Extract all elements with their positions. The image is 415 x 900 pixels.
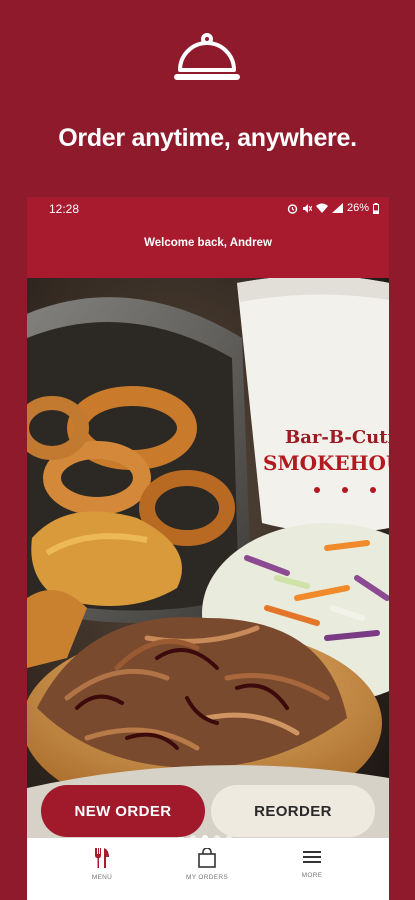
status-bar: 12:28 26% bbox=[27, 197, 389, 221]
wifi-icon bbox=[315, 203, 328, 213]
bbq-plate-photo: Bar-B-Cutie SMOKEHOUSE bbox=[27, 278, 389, 838]
hero-image[interactable]: Bar-B-Cutie SMOKEHOUSE bbox=[27, 278, 389, 838]
nav-more[interactable]: MORE bbox=[272, 848, 352, 879]
hamburger-icon bbox=[303, 851, 321, 863]
welcome-message: Welcome back, Andrew bbox=[144, 237, 272, 249]
status-icons: 26% bbox=[287, 202, 379, 214]
fork-knife-icon bbox=[95, 848, 109, 868]
status-time: 12:28 bbox=[49, 202, 80, 216]
nav-my-orders[interactable]: MY ORDERS bbox=[167, 848, 247, 881]
cloche-icon bbox=[174, 33, 240, 80]
cup-brand-line1: Bar-B-Cutie bbox=[285, 427, 389, 448]
battery-icon bbox=[373, 202, 379, 214]
signal-icon bbox=[331, 203, 343, 213]
bottom-nav: MENU MY ORDERS MORE bbox=[27, 840, 389, 900]
mute-icon bbox=[302, 203, 312, 213]
battery-percent: 26% bbox=[346, 202, 369, 214]
carousel-dot[interactable] bbox=[190, 835, 196, 838]
nav-menu-label: MENU bbox=[91, 874, 113, 881]
shopping-bag-icon bbox=[198, 848, 216, 868]
alarm-icon bbox=[287, 203, 298, 214]
app-bar: Welcome back, Andrew bbox=[27, 221, 389, 278]
cup-brand-line2: SMOKEHOUSE bbox=[263, 451, 389, 475]
new-order-button[interactable]: NEW ORDER bbox=[41, 785, 205, 837]
carousel-dot-active[interactable] bbox=[202, 835, 208, 838]
promo-headline: Order anytime, anywhere. bbox=[58, 124, 357, 152]
carousel-dot[interactable] bbox=[214, 835, 220, 838]
nav-my-orders-label: MY ORDERS bbox=[186, 874, 228, 881]
nav-more-label: MORE bbox=[301, 872, 323, 879]
phone-screen: 12:28 26% Welcome back, Andrew Bar-B-Cut… bbox=[27, 197, 389, 900]
nav-menu[interactable]: MENU bbox=[62, 848, 142, 881]
reorder-button[interactable]: REORDER bbox=[211, 785, 375, 837]
